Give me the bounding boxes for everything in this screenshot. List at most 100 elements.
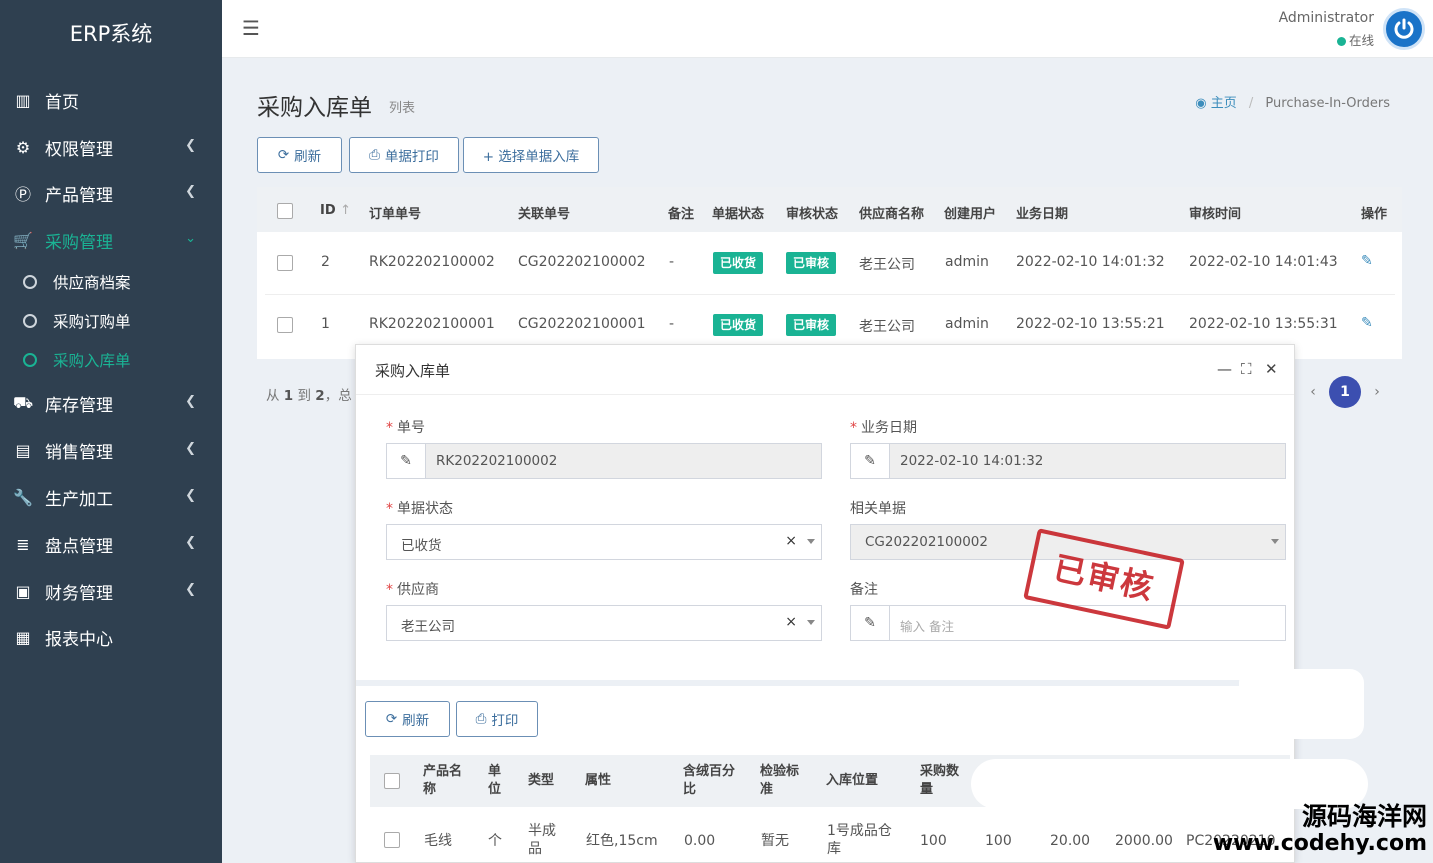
modal-section-divider xyxy=(356,680,1294,686)
status-select[interactable]: 已收货 × xyxy=(386,524,822,560)
cell-user: admin xyxy=(945,254,989,270)
cell-supplier: 老王公司 xyxy=(859,257,915,273)
select-doc-in-button[interactable]: + 选择单据入库 xyxy=(463,137,599,173)
sidebar-item-sales[interactable]: ▤ 销售管理 ❮ xyxy=(0,430,222,470)
detail-col-type[interactable]: 类型 xyxy=(528,772,554,790)
breadcrumb: ◉ 主页 / Purchase-In-Orders xyxy=(1195,92,1390,111)
sidebar-item-finance[interactable]: ▣ 财务管理 ❮ xyxy=(0,571,222,611)
column-header-id[interactable]: ID ↑ xyxy=(320,203,351,218)
cell-user: admin xyxy=(945,316,989,332)
supplier-select[interactable]: 老王公司 × xyxy=(386,605,822,641)
edit-icon[interactable]: ✎ xyxy=(1361,315,1373,331)
sort-asc-icon: ↑ xyxy=(340,203,352,218)
hamburger-menu-icon[interactable]: ☰ xyxy=(242,16,260,40)
date-label: * 业务日期 xyxy=(850,420,917,436)
pagination-next-button[interactable]: › xyxy=(1361,376,1393,408)
remark-input[interactable]: ✎ 输入 备注 xyxy=(850,605,1286,641)
sidebar-item-stocktake[interactable]: ≣ 盘点管理 ❮ xyxy=(0,524,222,564)
sidebar-subitem-purchase-order[interactable]: 采购订购单 xyxy=(0,304,222,338)
audit-badge: 已审核 xyxy=(786,314,837,336)
online-dot-icon xyxy=(1336,37,1346,46)
sidebar-item-label: 采购管理 xyxy=(45,232,113,253)
clear-icon[interactable]: × xyxy=(785,533,797,549)
printer-icon: ⎙ xyxy=(369,147,380,163)
detail-refresh-label: 刷新 xyxy=(402,713,430,729)
pagination-prev-button[interactable]: ‹ xyxy=(1297,376,1329,408)
detail-cell-unit: 个 xyxy=(488,833,502,849)
detail-col-qty[interactable]: 采购数量 xyxy=(920,763,962,799)
column-header-doc-status[interactable]: 单据状态 xyxy=(712,203,764,222)
refresh-icon: ⟳ xyxy=(277,147,290,163)
sidebar-item-production[interactable]: 🔧 生产加工 ❮ xyxy=(0,477,222,517)
top-bar: ☰ Administrator 在线 xyxy=(222,0,1433,58)
date-field[interactable]: ✎ 2022-02-10 14:01:32 xyxy=(850,443,1286,479)
detail-col-pct[interactable]: 含绒百分比 xyxy=(683,763,741,799)
chevron-left-icon: ❮ xyxy=(185,394,196,409)
order-no-field[interactable]: ✎ RK202202100002 xyxy=(386,443,822,479)
minimize-icon[interactable]: — xyxy=(1217,360,1232,378)
sidebar-item-purchase[interactable]: 🛒 采购管理 ⌄ xyxy=(0,220,222,260)
edit-icon[interactable]: ✎ xyxy=(1361,253,1373,269)
detail-row-checkbox[interactable] xyxy=(384,832,400,848)
column-header-audit-time[interactable]: 审核时间 xyxy=(1189,203,1241,222)
sidebar-subitem-supplier-archive[interactable]: 供应商档案 xyxy=(0,265,222,299)
sidebar-subitem-label: 供应商档案 xyxy=(53,274,131,292)
close-icon[interactable]: ✕ xyxy=(1265,360,1278,378)
row-checkbox[interactable] xyxy=(277,255,293,271)
status-badge: 已收货 xyxy=(713,252,764,274)
refresh-button[interactable]: ⟳ 刷新 xyxy=(257,137,342,173)
sidebar-item-reports[interactable]: ▦ 报表中心 xyxy=(0,617,222,657)
sidebar-item-home[interactable]: ▥ 首页 xyxy=(0,80,222,120)
power-icon xyxy=(1394,18,1414,39)
sidebar: ERP系统 ▥ 首页 ⚙ 权限管理 ❮ Ⓟ 产品管理 ❮ 🛒 采购管理 ⌄ 供应… xyxy=(0,0,222,863)
breadcrumb-home-label: 主页 xyxy=(1210,96,1237,111)
sidebar-subitem-purchase-in[interactable]: 采购入库单 xyxy=(0,343,222,377)
detail-col-name[interactable]: 产品名称 xyxy=(423,763,465,799)
column-header-remark[interactable]: 备注 xyxy=(668,203,694,222)
maximize-icon[interactable]: ⛶ xyxy=(1241,360,1252,378)
cell-date: 2022-02-10 14:01:32 xyxy=(1016,254,1165,270)
select-all-checkbox[interactable] xyxy=(277,203,293,219)
detail-print-button[interactable]: ⎙ 打印 xyxy=(456,701,538,737)
calendar-grid-icon: ▦ xyxy=(15,627,31,647)
column-header-date[interactable]: 业务日期 xyxy=(1016,203,1068,222)
watermark: 源码海洋网 www.codehy.com xyxy=(1213,803,1427,857)
sidebar-item-permissions[interactable]: ⚙ 权限管理 ❮ xyxy=(0,127,222,167)
row-checkbox[interactable] xyxy=(277,317,293,333)
chevron-left-icon: ❮ xyxy=(185,441,196,456)
breadcrumb-separator: / xyxy=(1248,96,1254,111)
sidebar-item-products[interactable]: Ⓟ 产品管理 ❮ xyxy=(0,173,222,213)
caret-down-icon xyxy=(1271,539,1279,544)
pencil-icon: ✎ xyxy=(851,606,890,640)
column-header-related-no[interactable]: 关联单号 xyxy=(518,203,570,222)
detail-col-standard[interactable]: 检验标准 xyxy=(760,763,804,799)
column-header-supplier[interactable]: 供应商名称 xyxy=(859,203,924,222)
detail-select-all-checkbox[interactable] xyxy=(384,773,400,789)
brand-logo[interactable]: ERP系统 xyxy=(0,0,222,68)
column-header-audit-status[interactable]: 审核状态 xyxy=(786,203,838,222)
user-name[interactable]: Administrator xyxy=(1279,10,1374,26)
detail-col-location[interactable]: 入库位置 xyxy=(826,772,878,790)
pagination-page-1[interactable]: 1 xyxy=(1329,376,1361,408)
column-header-user[interactable]: 创建用户 xyxy=(944,203,996,222)
detail-col-attr[interactable]: 属性 xyxy=(585,772,611,790)
column-header-order-no[interactable]: 订单单号 xyxy=(369,203,421,222)
watermark-line1: 源码海洋网 xyxy=(1301,802,1427,831)
remark-label: 备注 xyxy=(850,582,878,598)
chevron-left-icon: ❮ xyxy=(185,535,196,550)
sidebar-item-label: 库存管理 xyxy=(45,395,113,416)
avatar[interactable] xyxy=(1383,8,1425,50)
remark-placeholder: 输入 备注 xyxy=(900,619,954,634)
breadcrumb-home[interactable]: ◉ 主页 xyxy=(1195,96,1237,111)
clear-icon[interactable]: × xyxy=(785,614,797,630)
print-doc-button[interactable]: ⎙ 单据打印 xyxy=(349,137,459,173)
audit-badge: 已审核 xyxy=(786,252,837,274)
sidebar-item-inventory[interactable]: ⛟ 库存管理 ❮ xyxy=(0,383,222,423)
detail-cell-amount: 2000.00 xyxy=(1115,833,1173,849)
page-title: 采购入库单 xyxy=(257,95,372,121)
user-status: 在线 xyxy=(1336,30,1374,49)
print-doc-button-label: 单据打印 xyxy=(384,149,439,165)
truck-icon: ⛟ xyxy=(13,392,34,412)
detail-refresh-button[interactable]: ⟳ 刷新 xyxy=(365,701,450,737)
detail-col-unit[interactable]: 单位 xyxy=(488,763,504,799)
